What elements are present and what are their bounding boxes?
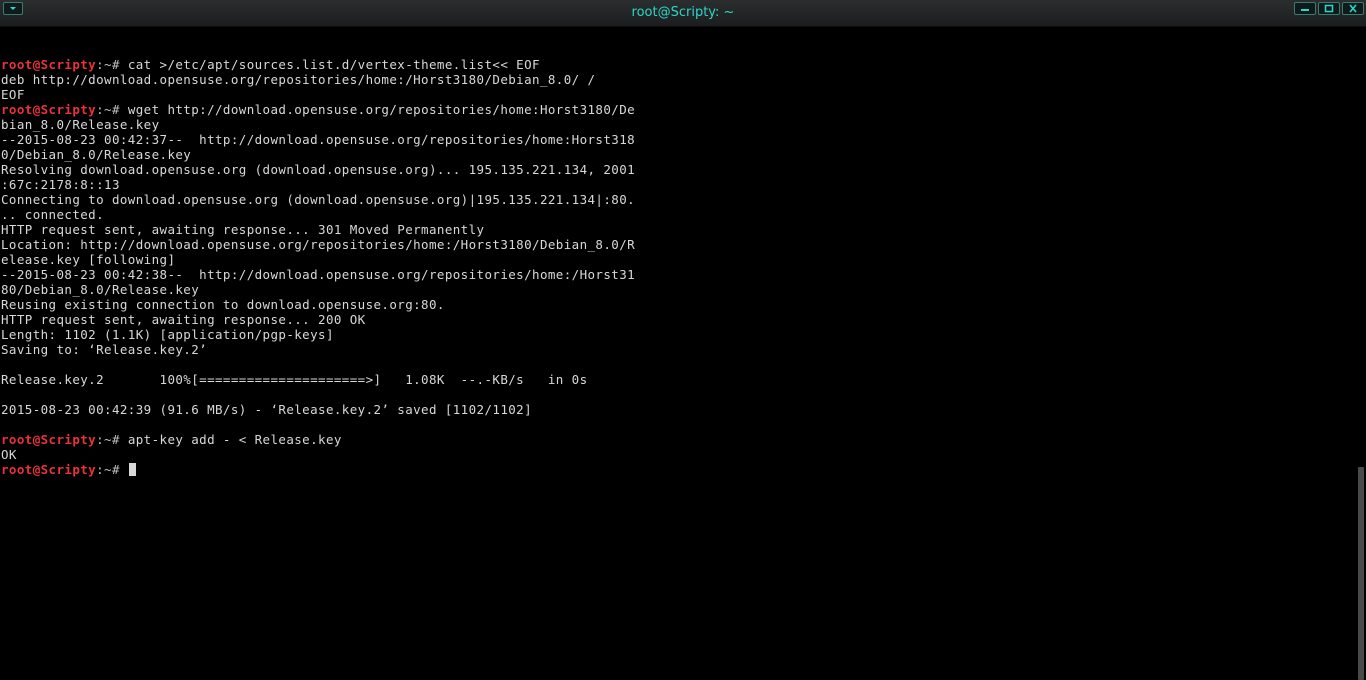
- title-bar[interactable]: root@Scripty: ~: [0, 0, 1366, 27]
- command-text: apt-key add - < Release.key: [119, 432, 342, 447]
- output-line: 2015-08-23 00:42:39 (91.6 MB/s) - ‘Relea…: [1, 402, 533, 417]
- prompt-line: root@Scripty:~# wget http://download.ope…: [1, 102, 635, 117]
- maximize-button[interactable]: [1318, 2, 1340, 15]
- prompt-suffix: :~#: [96, 462, 120, 477]
- output-line: deb http://download.opensuse.org/reposit…: [1, 72, 596, 87]
- prompt-line: root@Scripty:~# cat >/etc/apt/sources.li…: [1, 57, 635, 72]
- text-cursor: [128, 463, 136, 476]
- minimize-icon: [1301, 9, 1309, 11]
- prompt-user: root: [1, 57, 33, 72]
- output-line: .. connected.: [1, 207, 105, 222]
- prompt-suffix: :~#: [96, 57, 120, 72]
- prompt-host: @Scripty: [32, 57, 97, 72]
- output-line: [1, 357, 635, 372]
- scrollbar[interactable]: [1355, 27, 1366, 680]
- prompt-suffix: :~#: [96, 102, 120, 117]
- prompt-host: @Scripty: [32, 102, 97, 117]
- maximize-icon: [1324, 4, 1334, 13]
- output-line: [1, 387, 635, 402]
- close-button[interactable]: [1342, 2, 1364, 15]
- terminal-lines: root@Scripty:~# cat >/etc/apt/sources.li…: [1, 57, 635, 477]
- output-line: HTTP request sent, awaiting response... …: [1, 312, 366, 327]
- window-title: root@Scripty: ~: [631, 5, 735, 20]
- output-line: Saving to: ‘Release.key.2’: [1, 342, 208, 357]
- output-line: [1, 417, 635, 432]
- output-line: --2015-08-23 00:42:37-- http://download.…: [1, 132, 636, 147]
- output-line: Release.key.2 100%[=====================…: [1, 372, 588, 387]
- terminal-output[interactable]: root@Scripty:~# cat >/etc/apt/sources.li…: [0, 27, 1355, 680]
- command-text: wget http://download.opensuse.org/reposi…: [119, 102, 636, 117]
- prompt-line: root@Scripty:~#: [1, 462, 635, 477]
- scrollbar-thumb[interactable]: [1358, 467, 1364, 680]
- output-line: 80/Debian_8.0/Release.key: [1, 282, 200, 297]
- prompt-user: root: [1, 432, 33, 447]
- output-line: elease.key [following]: [1, 252, 176, 267]
- output-line: Resolving download.opensuse.org (downloa…: [1, 162, 636, 177]
- prompt-user: root: [1, 102, 33, 117]
- prompt-line: root@Scripty:~# apt-key add - < Release.…: [1, 432, 635, 447]
- output-line: bian_8.0/Release.key: [1, 117, 160, 132]
- command-text: cat >/etc/apt/sources.list.d/vertex-them…: [119, 57, 540, 72]
- command-text: [120, 462, 128, 477]
- prompt-host: @Scripty: [32, 462, 97, 477]
- output-line: --2015-08-23 00:42:38-- http://download.…: [1, 267, 636, 282]
- output-line: Connecting to download.opensuse.org (dow…: [1, 192, 636, 207]
- output-line: EOF: [1, 87, 25, 102]
- close-icon: [1349, 4, 1357, 13]
- output-line: Location: http://download.opensuse.org/r…: [1, 237, 636, 252]
- minimize-button[interactable]: [1294, 2, 1316, 15]
- prompt-user: root: [1, 462, 33, 477]
- prompt-suffix: :~#: [96, 432, 120, 447]
- output-line: 0/Debian_8.0/Release.key: [1, 147, 192, 162]
- output-line: Reusing existing connection to download.…: [1, 297, 445, 312]
- output-line: OK: [1, 447, 17, 462]
- output-line: HTTP request sent, awaiting response... …: [1, 222, 485, 237]
- output-line: Length: 1102 (1.1K) [application/pgp-key…: [1, 327, 334, 342]
- output-line: :67c:2178:8::13: [1, 177, 120, 192]
- prompt-host: @Scripty: [32, 432, 97, 447]
